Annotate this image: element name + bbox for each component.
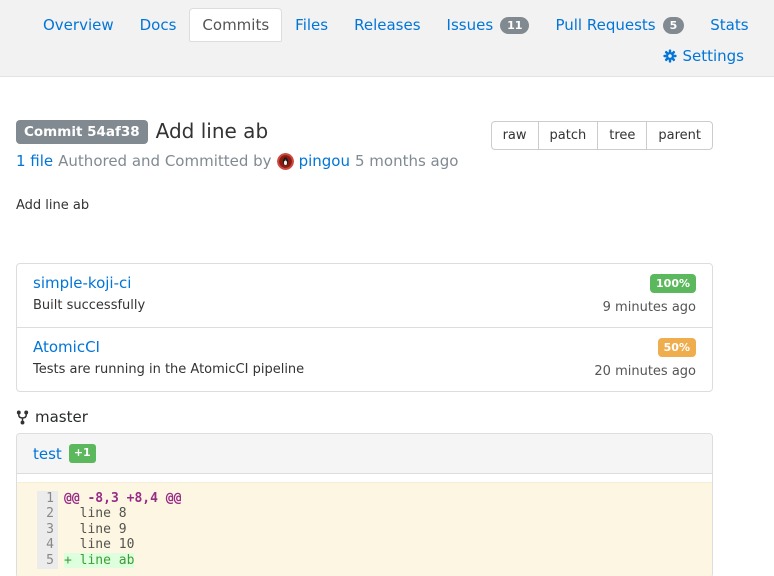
- additions-badge: +1: [69, 444, 96, 462]
- diff-line-text: line 10: [64, 537, 134, 552]
- commit-header: Commit 54af38 Add line ab 1 file Authored…: [16, 119, 713, 170]
- tab-files-label: Files: [295, 16, 328, 34]
- tab-pull-requests-label: Pull Requests: [555, 16, 655, 34]
- diff-line-text: line 8: [64, 506, 127, 521]
- files-changed-link[interactable]: 1 file: [16, 152, 53, 170]
- gear-icon: [663, 49, 677, 63]
- issues-count-badge: 11: [500, 17, 529, 34]
- diff-line-text: + line ab: [64, 553, 134, 568]
- line-number[interactable]: 5: [37, 553, 58, 569]
- tab-stats[interactable]: Stats: [697, 8, 761, 42]
- commit-title: Add line ab: [156, 119, 268, 143]
- tab-commits[interactable]: Commits: [189, 8, 282, 42]
- ci-timestamp: 20 minutes ago: [594, 364, 696, 379]
- patch-button[interactable]: patch: [538, 121, 599, 150]
- line-number[interactable]: 3: [37, 522, 58, 538]
- diff-line: 2 line 8: [17, 506, 712, 522]
- branch-indicator: master: [16, 408, 713, 426]
- tab-files[interactable]: Files: [282, 8, 341, 42]
- tab-releases[interactable]: Releases: [341, 8, 433, 42]
- code-fork-icon: [16, 410, 29, 425]
- line-number[interactable]: 1: [37, 491, 58, 507]
- diff-panel-body: 1 @@ -8,3 +8,4 @@ 2 line 8 3 line 9 4 li…: [17, 474, 712, 576]
- commit-time: 5 months ago: [355, 152, 458, 170]
- ci-info: AtomicCI Tests are running in the Atomic…: [33, 338, 304, 379]
- ci-row-atomicci: AtomicCI Tests are running in the Atomic…: [17, 327, 712, 391]
- tab-commits-label: Commits: [202, 16, 269, 34]
- parent-button[interactable]: parent: [646, 121, 713, 150]
- byline-text: Authored and Committed by: [58, 152, 271, 170]
- commit-actions: raw patch tree parent: [491, 121, 713, 150]
- diff-file-link[interactable]: test: [33, 445, 62, 463]
- tree-button[interactable]: tree: [597, 121, 647, 150]
- commit-title-row: Commit 54af38 Add line ab: [16, 119, 458, 143]
- avatar: [277, 153, 294, 170]
- line-number[interactable]: 4: [37, 537, 58, 553]
- tab-issues[interactable]: Issues 11: [434, 8, 543, 42]
- diff-code-block: 1 @@ -8,3 +8,4 @@ 2 line 8 3 line 9 4 li…: [17, 482, 712, 576]
- settings-row: Settings: [0, 42, 774, 76]
- pull-requests-count-badge: 5: [663, 17, 685, 34]
- diff-panel: test +1 1 @@ -8,3 +8,4 @@ 2 line 8 3 lin…: [16, 433, 713, 576]
- project-header: Overview Docs Commits Files Releases Iss…: [0, 0, 774, 77]
- diff-line: 1 @@ -8,3 +8,4 @@: [17, 491, 712, 507]
- diff-line-text: @@ -8,3 +8,4 @@: [64, 491, 181, 506]
- diff-panel-header: test +1: [17, 434, 712, 473]
- tab-overview[interactable]: Overview: [30, 8, 127, 42]
- author-link[interactable]: pingou: [299, 152, 350, 170]
- commit-title-block: Commit 54af38 Add line ab 1 file Authored…: [16, 119, 458, 170]
- tab-docs-label: Docs: [140, 16, 177, 34]
- tab-docs[interactable]: Docs: [127, 8, 190, 42]
- tab-overview-label: Overview: [43, 16, 114, 34]
- tab-releases-label: Releases: [354, 16, 420, 34]
- commit-byline: 1 file Authored and Committed by pingou …: [16, 152, 458, 170]
- ci-percent-badge: 100%: [650, 274, 696, 293]
- ci-percent-badge: 50%: [658, 338, 696, 357]
- ci-result: 50% 20 minutes ago: [594, 338, 696, 379]
- project-nav-tabs: Overview Docs Commits Files Releases Iss…: [0, 8, 774, 42]
- settings-link[interactable]: Settings: [663, 47, 744, 65]
- tab-pull-requests[interactable]: Pull Requests 5: [542, 8, 697, 42]
- diff-line: 5 + line ab: [17, 553, 712, 569]
- line-number[interactable]: 2: [37, 506, 58, 522]
- ci-result: 100% 9 minutes ago: [603, 274, 696, 315]
- branch-name: master: [35, 408, 88, 426]
- ci-simple-koji-ci-link[interactable]: simple-koji-ci: [33, 274, 131, 292]
- raw-button[interactable]: raw: [491, 121, 539, 150]
- tab-stats-label: Stats: [710, 16, 748, 34]
- ci-timestamp: 9 minutes ago: [603, 300, 696, 315]
- diff-line: 3 line 9: [17, 522, 712, 538]
- tab-issues-label: Issues: [447, 16, 494, 34]
- diff-line-text: line 9: [64, 522, 127, 537]
- commit-hash-badge: Commit 54af38: [16, 120, 148, 144]
- ci-info: simple-koji-ci Built successfully: [33, 274, 145, 315]
- ci-atomicci-link[interactable]: AtomicCI: [33, 338, 100, 356]
- ci-status-text: Built successfully: [33, 298, 145, 313]
- settings-label: Settings: [682, 47, 744, 65]
- commit-description: Add line ab: [16, 198, 713, 213]
- ci-status-text: Tests are running in the AtomicCI pipeli…: [33, 362, 304, 377]
- ci-row-simple-koji-ci: simple-koji-ci Built successfully 100% 9…: [17, 264, 712, 327]
- main-content: Commit 54af38 Add line ab 1 file Authored…: [16, 119, 713, 576]
- diff-line: 4 line 10: [17, 537, 712, 553]
- ci-status-list: simple-koji-ci Built successfully 100% 9…: [16, 263, 713, 392]
